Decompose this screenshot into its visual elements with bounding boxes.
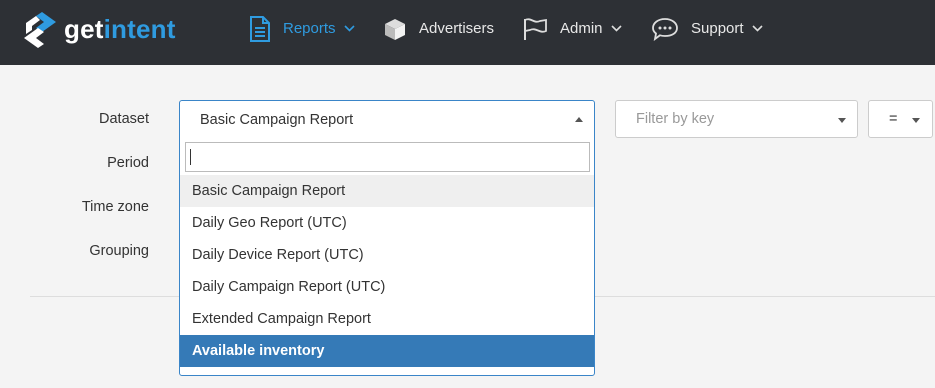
timezone-label: Time zone xyxy=(81,199,149,215)
operator-value: = xyxy=(889,111,898,127)
operator-select[interactable]: = xyxy=(868,100,933,138)
chevron-down-icon xyxy=(343,25,355,32)
chat-bubble-icon xyxy=(652,17,678,41)
chevron-down-icon xyxy=(610,25,622,32)
caret-up-icon xyxy=(575,117,583,122)
filter-key-select[interactable]: Filter by key xyxy=(615,100,858,138)
filter-key-placeholder: Filter by key xyxy=(636,111,715,127)
dataset-search-input[interactable] xyxy=(186,143,589,171)
dataset-option[interactable]: Daily Device Report (UTC) xyxy=(180,239,594,271)
chevron-down-icon xyxy=(751,25,763,32)
dataset-selected-value: Basic Campaign Report xyxy=(200,112,354,128)
nav-support-label: Support xyxy=(691,20,744,37)
dataset-option[interactable]: Basic Campaign Report xyxy=(180,175,594,207)
nav-admin[interactable]: Admin xyxy=(522,0,622,57)
brand-name-part1: get xyxy=(64,14,104,44)
nav-support[interactable]: Support xyxy=(651,0,763,57)
dataset-select[interactable]: Basic Campaign Report Basic Campaign Rep… xyxy=(179,100,595,376)
box-icon xyxy=(385,18,405,40)
nav-reports-label: Reports xyxy=(283,20,336,37)
nav-admin-label: Admin xyxy=(560,20,603,37)
period-label: Period xyxy=(107,155,149,171)
grouping-label: Grouping xyxy=(89,243,149,259)
getintent-logo-icon[interactable] xyxy=(20,10,60,50)
nav-advertisers[interactable]: Advertisers xyxy=(383,0,494,57)
dataset-option[interactable]: Daily Campaign Report (UTC) xyxy=(180,271,594,303)
nav-advertisers-label: Advertisers xyxy=(419,20,495,37)
dataset-option[interactable]: Daily Geo Report (UTC) xyxy=(180,207,594,239)
caret-down-icon xyxy=(838,118,846,123)
brand-name[interactable]: getintent xyxy=(64,14,176,45)
document-icon xyxy=(250,15,270,42)
brand-name-part2: intent xyxy=(103,14,176,44)
caret-down-icon xyxy=(912,118,920,123)
text-cursor xyxy=(190,149,191,165)
dataset-option[interactable]: Extended Campaign Report xyxy=(180,303,594,335)
top-navbar: getintent Reports Advertisers Admin Supp… xyxy=(0,0,935,65)
dataset-label: Dataset xyxy=(99,111,149,127)
dataset-search-field[interactable] xyxy=(185,142,590,172)
dataset-option-highlighted[interactable]: Available inventory xyxy=(180,335,594,367)
nav-reports[interactable]: Reports xyxy=(249,0,355,57)
flag-icon xyxy=(524,17,547,40)
